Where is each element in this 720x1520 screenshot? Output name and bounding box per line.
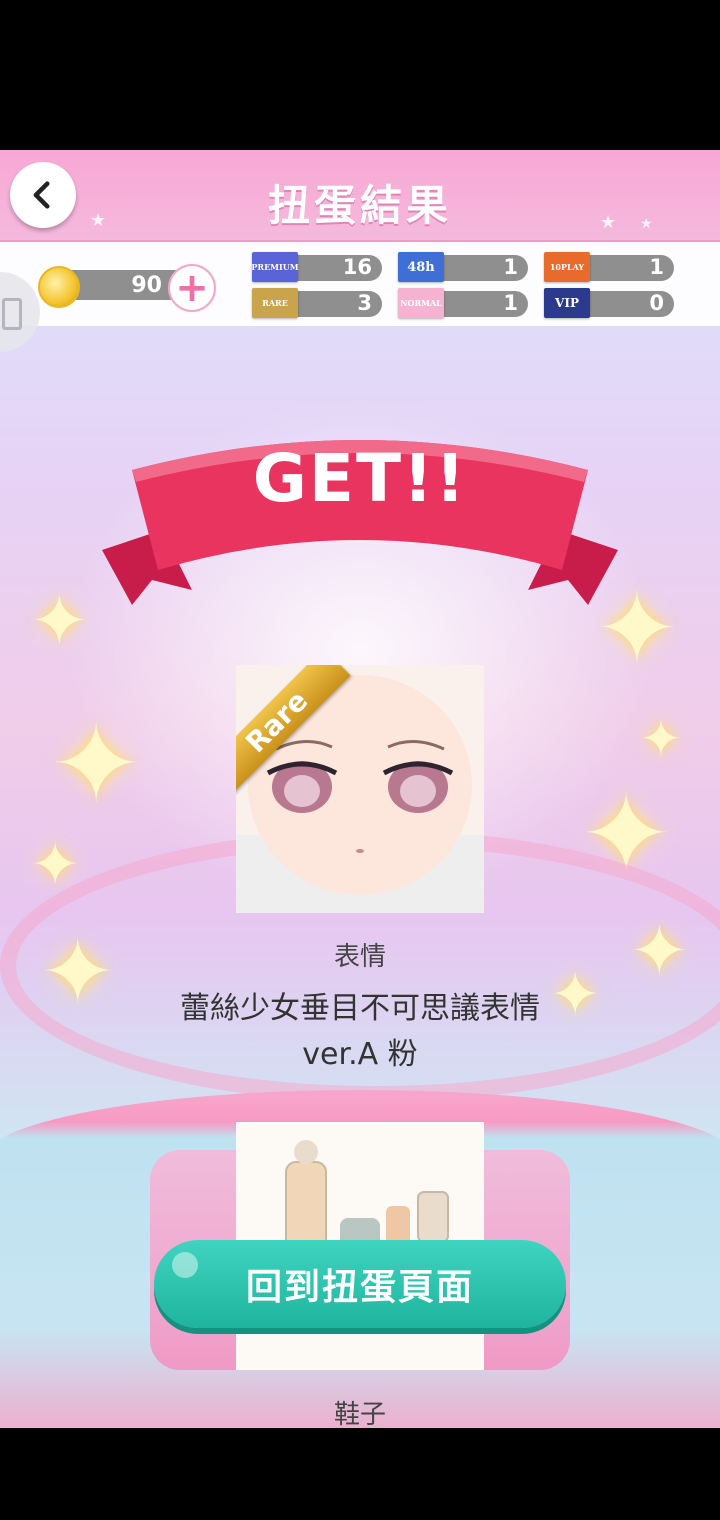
ticket-count: 16 (342, 255, 372, 279)
return-to-gacha-button[interactable]: 回到扭蛋頁面 (154, 1240, 566, 1328)
ticket-count: 1 (503, 291, 518, 315)
ticket-count: 0 (649, 291, 664, 315)
item-category: 鞋子 (333, 1400, 386, 1428)
gacha-result-screen: ✦ ✦ ✦ ✦ ✦ ✦ ✦ ✦ ✦ 扭蛋結果 ★ ★ ★ 90 + PREMIU… (0, 150, 720, 1428)
ticket-10play: 10PLAY 1 (544, 252, 674, 282)
ticket-count: 3 (357, 291, 372, 315)
get-banner-text: GET!! (252, 440, 468, 517)
ticket-premium: PREMIUM 16 (251, 252, 382, 282)
item-card[interactable]: Rare (236, 665, 484, 913)
normal-ticket-icon: NORMAL (398, 288, 444, 318)
star-icon: ★ (600, 212, 617, 233)
ticket-vip: VIP 0 (544, 288, 674, 318)
coin-value: 90 (131, 273, 162, 298)
coin-icon (38, 266, 80, 308)
rare-ticket-icon: RARE (252, 288, 298, 318)
item-name: 蕾絲少女垂目不可思議表情 ver.A 粉 (180, 991, 540, 1072)
ticket-count: 1 (649, 255, 664, 279)
add-coins-button[interactable]: + (168, 264, 216, 312)
return-button-label: 回到扭蛋頁面 (245, 1267, 474, 1308)
currency-bar: 90 + PREMIUM 16 48h 1 10PLAY 1 RARE 3 NO… (0, 242, 720, 326)
sparkle-icon: ✦ (30, 580, 89, 662)
ticket-rare: RARE 3 (252, 288, 382, 318)
premium-ticket-icon: PREMIUM (251, 252, 299, 282)
10play-ticket-icon: 10PLAY (544, 252, 590, 282)
ticket-48h: 48h 1 (398, 252, 528, 282)
vip-ticket-icon: VIP (544, 288, 590, 318)
item-category: 表情 (333, 942, 386, 972)
star-icon: ★ (640, 216, 653, 232)
star-icon: ★ (90, 210, 107, 231)
sparkle-icon: ✦ (640, 710, 682, 768)
header-bar: 扭蛋結果 ★ ★ ★ (0, 150, 720, 242)
sparkle-icon: ✦ (50, 700, 143, 828)
ticket-normal: NORMAL 1 (398, 288, 528, 318)
ticket-count: 1 (503, 255, 518, 279)
48h-ticket-icon: 48h (398, 252, 444, 282)
